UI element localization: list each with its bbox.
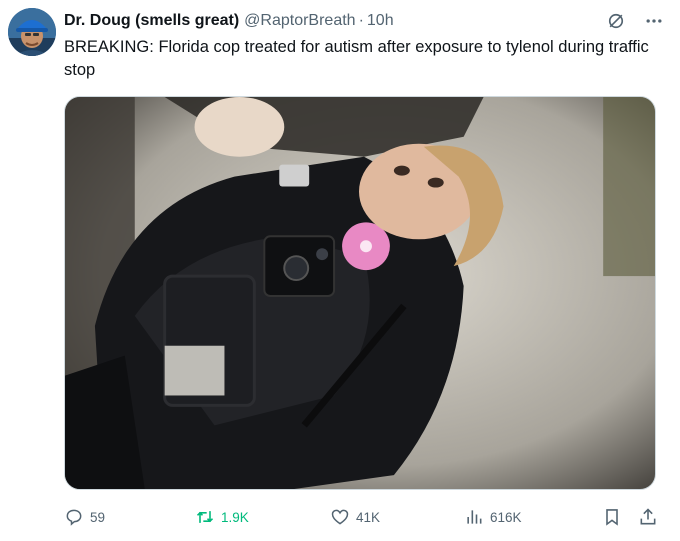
tweet-card[interactable]: Dr. Doug (smells great) @RaptorBreath · … [0,0,680,541]
like-icon [330,507,350,527]
views-icon [464,507,484,527]
views-count: 616K [490,509,522,525]
header-separator: · [358,12,364,29]
more-icon[interactable] [644,11,664,31]
repost-icon [195,507,215,527]
officer-lying-photo [65,97,655,489]
tweet-actions: 59 1.9K 41K 616K [64,500,660,534]
bookmark-icon [602,507,622,527]
reply-button[interactable]: 59 [64,507,105,527]
tweet-timestamp[interactable]: 10h [367,12,394,30]
reply-icon [64,507,84,527]
share-button[interactable] [638,507,658,527]
tweet-photo[interactable] [64,96,656,490]
views-button[interactable]: 616K [464,507,522,527]
author-avatar[interactable] [8,8,56,56]
tweet-text: BREAKING: Florida cop treated for autism… [64,38,649,79]
bookmark-button[interactable] [602,507,622,527]
grok-icon[interactable] [606,11,626,31]
reply-count: 59 [90,509,106,525]
avatar-image [8,8,56,56]
author-display-name[interactable]: Dr. Doug (smells great) [64,12,239,30]
like-count: 41K [356,509,381,525]
like-button[interactable]: 41K [330,507,380,527]
author-handle[interactable]: @RaptorBreath [244,12,355,30]
repost-count: 1.9K [221,509,249,525]
header-actions [606,11,664,31]
repost-button[interactable]: 1.9K [195,507,249,527]
share-icon [638,507,658,527]
tweet-header: Dr. Doug (smells great) @RaptorBreath · … [64,10,664,32]
